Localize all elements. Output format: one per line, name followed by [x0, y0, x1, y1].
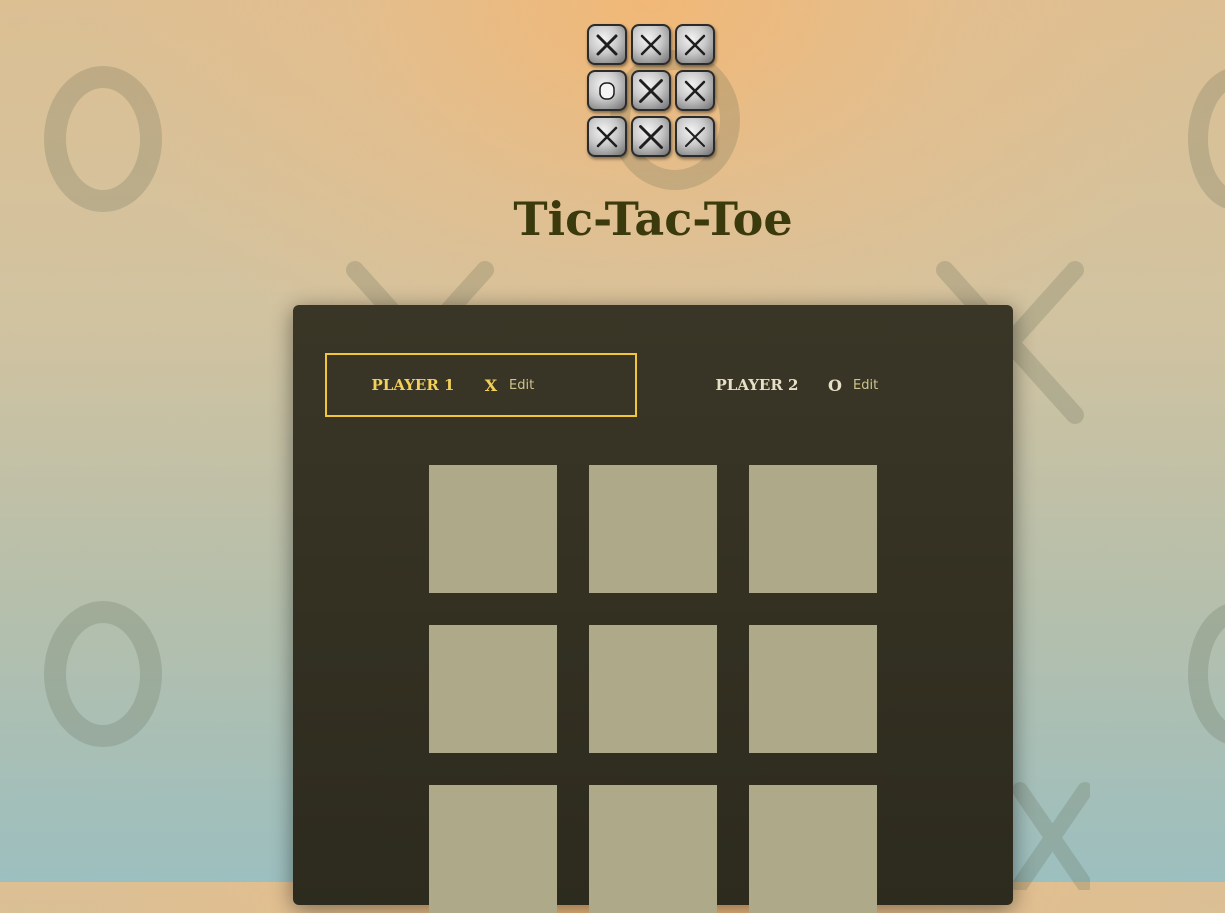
board-cell[interactable] — [749, 785, 877, 913]
logo-tile-o — [587, 70, 627, 111]
logo-tile-x — [675, 24, 715, 65]
game-board — [429, 465, 877, 913]
x-icon — [684, 34, 706, 55]
x-icon — [685, 126, 705, 147]
board-cell[interactable] — [429, 785, 557, 913]
x-icon — [596, 126, 618, 147]
logo-tile-x — [587, 24, 627, 65]
player-1-symbol: X — [484, 375, 498, 395]
player-2-card: PLAYER 2 O Edit — [669, 353, 981, 417]
background-o-mark — [44, 601, 162, 747]
board-cell[interactable] — [589, 785, 717, 913]
board-cell[interactable] — [589, 465, 717, 593]
x-icon — [640, 34, 662, 55]
player-2-symbol: O — [828, 375, 842, 395]
o-icon — [599, 81, 615, 100]
player-1-card: PLAYER 1 X Edit — [325, 353, 637, 417]
player-2-edit-button[interactable]: Edit — [853, 378, 878, 393]
logo-tile-x — [631, 24, 671, 65]
board-cell[interactable] — [429, 625, 557, 753]
x-icon — [684, 80, 706, 101]
player-1-edit-button[interactable]: Edit — [509, 378, 534, 393]
board-cell[interactable] — [749, 625, 877, 753]
logo-tile-x — [587, 116, 627, 157]
player-2-name: PLAYER 2 — [715, 376, 799, 394]
logo-tile-x — [631, 70, 671, 111]
players-bar: PLAYER 1 X Edit PLAYER 2 O Edit — [325, 353, 981, 417]
x-icon — [639, 78, 663, 103]
logo-tile-x — [675, 70, 715, 111]
logo-tile-x — [631, 116, 671, 157]
logo-tile-x — [675, 116, 715, 157]
x-icon — [639, 124, 663, 149]
board-cell[interactable] — [429, 465, 557, 593]
player-1-name: PLAYER 1 — [371, 376, 455, 394]
page-title: Tic-Tac-Toe — [513, 192, 793, 246]
x-icon — [596, 34, 618, 55]
board-cell[interactable] — [749, 465, 877, 593]
game-logo — [587, 24, 719, 164]
background-o-mark — [1188, 604, 1225, 744]
background-x-mark — [1012, 782, 1090, 890]
board-cell[interactable] — [589, 625, 717, 753]
game-panel: PLAYER 1 X Edit PLAYER 2 O Edit — [293, 305, 1013, 913]
